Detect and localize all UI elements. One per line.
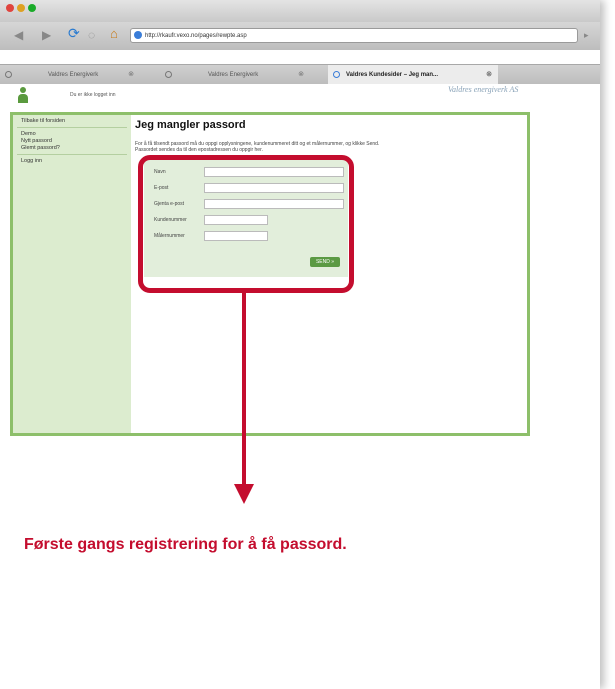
screenshot-frame: ◀ ▶ ⟳ ◌ ⌂ http://rkaufr.vexo.no/pages/re…: [0, 0, 600, 689]
tab-jeg-mangler-passord[interactable]: Valdres Kundesider – Jeg man... ⊗: [328, 65, 498, 85]
reload-icon[interactable]: ⟳: [68, 25, 80, 42]
go-icon[interactable]: ▸: [584, 30, 589, 41]
tab-label: Valdres Energiverk: [48, 72, 99, 78]
sidebar-item-nytt-passord[interactable]: Nytt passord: [21, 138, 52, 144]
sidebar-item-tilbake[interactable]: Tilbake til forsiden: [21, 118, 65, 124]
sidebar-divider: [17, 127, 127, 128]
sidebar-item-glemt-passord[interactable]: Glemt passord?: [21, 145, 60, 151]
forward-icon[interactable]: ▶: [42, 28, 51, 42]
intro-text: For å få tilsendt passord må du oppgi op…: [135, 141, 380, 153]
site-favicon-icon: [134, 31, 142, 40]
tab-strip: Valdres Energiverk ⊗ Valdres Energiverk …: [0, 64, 600, 85]
globe-icon: [5, 71, 12, 78]
globe-icon: [333, 71, 340, 78]
close-window-button[interactable]: [6, 4, 14, 12]
globe-icon: [165, 71, 172, 78]
tab-valdres-energiverk-1[interactable]: Valdres Energiverk ⊗: [0, 65, 140, 85]
site-logo[interactable]: Valdres energiverk AS: [448, 85, 518, 94]
back-icon[interactable]: ◀: [14, 28, 23, 42]
browser-toolbar: ◀ ▶ ⟳ ◌ ⌂ http://rkaufr.vexo.no/pages/re…: [0, 22, 600, 50]
address-url: http://rkaufr.vexo.no/pages/rewpte.asp: [145, 33, 247, 39]
home-icon[interactable]: ⌂: [110, 26, 118, 41]
site-header: Du er ikke logget inn Valdres energiverk…: [0, 84, 600, 110]
arrow-head-icon: [234, 484, 254, 504]
close-tab-icon[interactable]: ⊗: [128, 65, 134, 85]
tab-label: Valdres Kundesider – Jeg man...: [346, 72, 439, 78]
user-icon: [18, 87, 28, 103]
stop-icon[interactable]: ◌: [88, 28, 95, 42]
close-tab-icon[interactable]: ⊗: [486, 65, 492, 85]
page-title: Jeg mangler passord: [135, 119, 246, 131]
address-bar[interactable]: http://rkaufr.vexo.no/pages/rewpte.asp: [130, 28, 578, 43]
sidebar-item-demo[interactable]: Demo: [21, 131, 36, 137]
annotation-arrow: [242, 291, 246, 489]
sidebar-divider: [17, 154, 127, 155]
minimize-window-button[interactable]: [17, 4, 25, 12]
tab-label: Valdres Energiverk: [208, 72, 259, 78]
tab-valdres-energiverk-2[interactable]: Valdres Energiverk ⊗: [160, 65, 310, 85]
close-tab-icon[interactable]: ⊗: [298, 65, 304, 85]
highlight-box: [138, 155, 354, 293]
sidebar: Tilbake til forsiden Demo Nytt passord G…: [13, 115, 131, 433]
zoom-window-button[interactable]: [28, 4, 36, 12]
annotation-caption: Første gangs registrering for å få passo…: [24, 536, 347, 553]
sidebar-item-logg-inn[interactable]: Logg inn: [21, 158, 42, 164]
window-titlebar: [0, 0, 600, 22]
login-status: Du er ikke logget inn: [70, 92, 116, 98]
